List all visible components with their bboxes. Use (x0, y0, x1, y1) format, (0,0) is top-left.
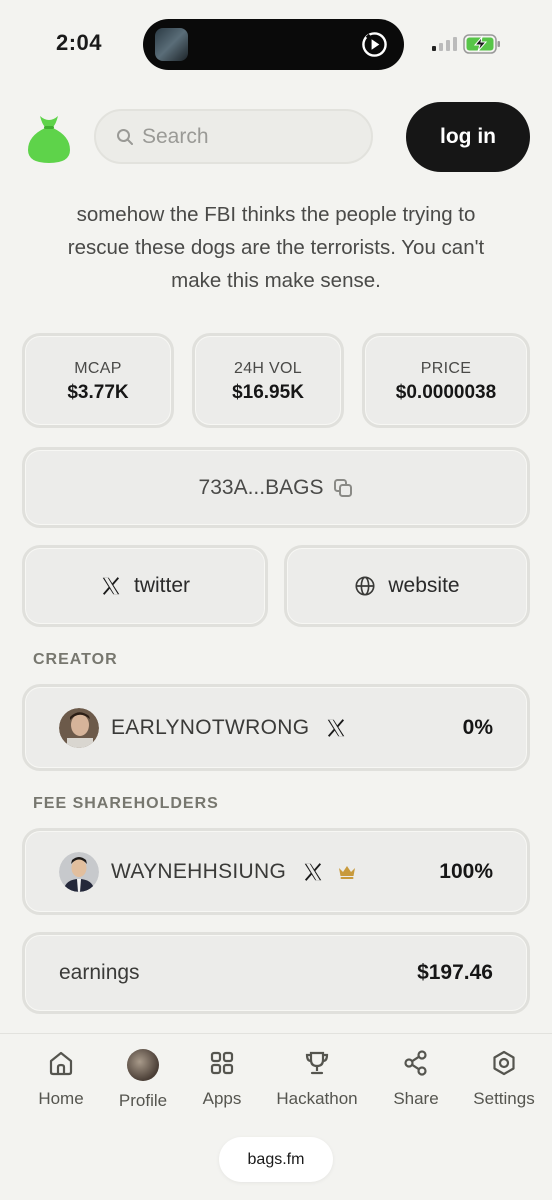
dynamic-island[interactable] (143, 19, 404, 70)
home-icon (49, 1051, 73, 1076)
nav-apps[interactable]: Apps (199, 1049, 245, 1109)
avatar (127, 1049, 159, 1081)
nav-profile[interactable]: Profile (115, 1049, 171, 1111)
settings-icon (493, 1050, 515, 1076)
app-header: Search log in (0, 88, 552, 190)
stat-label: MCAP (74, 360, 122, 377)
mcap-card: MCAP $3.77K (22, 333, 174, 428)
bags-logo-icon[interactable] (26, 112, 72, 164)
nav-label: Settings (473, 1089, 535, 1108)
avatar (59, 851, 99, 892)
playback-icon (362, 32, 387, 57)
earnings-value: $197.46 (417, 961, 493, 984)
crown-icon (339, 865, 356, 879)
x-icon (102, 577, 120, 595)
token-description: somehow the FBI thinks the people trying… (30, 198, 522, 297)
battery-charging-icon (463, 34, 500, 54)
search-placeholder: Search (142, 124, 209, 148)
stat-label: PRICE (420, 360, 472, 377)
twitter-button[interactable]: twitter (22, 545, 268, 627)
website-button[interactable]: website (284, 545, 530, 627)
x-icon[interactable] (302, 861, 324, 883)
x-icon[interactable] (325, 717, 347, 739)
stat-label: 24H VOL (234, 360, 302, 377)
avatar (59, 707, 99, 748)
description-line: somehow the FBI thinks the people trying… (76, 203, 476, 226)
nav-label: Hackathon (276, 1089, 358, 1108)
earnings-card: earnings $197.46 (22, 932, 530, 1014)
nav-home[interactable]: Home (37, 1049, 85, 1109)
shareholder-percent: 100% (439, 859, 493, 883)
shareholder-name: WAYNEHHSIUNG (111, 859, 287, 883)
globe-icon (355, 576, 375, 596)
share-icon (404, 1050, 427, 1076)
fee-shareholders-section-label: FEE SHAREHOLDERS (33, 795, 219, 812)
copy-icon (334, 478, 353, 497)
nav-label: Home (38, 1089, 84, 1108)
creator-row[interactable]: EARLYNOTWRONG 0% (22, 684, 530, 771)
creator-section-label: CREATOR (33, 651, 118, 668)
stat-value: $0.0000038 (395, 382, 497, 403)
nav-share[interactable]: Share (390, 1049, 442, 1109)
shareholder-row[interactable]: WAYNEHHSIUNG 100% (22, 828, 530, 915)
price-card: PRICE $0.0000038 (362, 333, 530, 428)
status-bar: 2:04 (0, 0, 552, 88)
description-line: make this make sense. (171, 269, 381, 292)
browser-url-pill[interactable]: bags.fm (219, 1137, 333, 1182)
bottom-nav: Home Profile Apps Hackathon Share Settin… (0, 1033, 552, 1200)
nav-hackathon[interactable]: Hackathon (271, 1049, 363, 1109)
trophy-icon (305, 1051, 329, 1075)
earnings-label: earnings (59, 961, 140, 984)
creator-name: EARLYNOTWRONG (111, 715, 310, 739)
now-playing-thumbnail (155, 28, 188, 61)
nav-label: Apps (202, 1089, 242, 1108)
volume-card: 24H VOL $16.95K (192, 333, 344, 428)
grid-icon (210, 1051, 234, 1075)
search-icon (117, 128, 133, 145)
signal-icon (432, 37, 457, 51)
nav-label: Share (393, 1089, 439, 1108)
stat-value: $3.77K (67, 382, 129, 403)
website-label: website (388, 574, 460, 597)
stat-value: $16.95K (232, 382, 304, 403)
twitter-label: twitter (133, 574, 190, 597)
nav-settings[interactable]: Settings (470, 1049, 538, 1109)
search-input[interactable]: Search (94, 109, 373, 164)
nav-label: Profile (118, 1091, 168, 1110)
description-line: rescue these dogs are the terrorists. Yo… (67, 236, 485, 259)
creator-percent: 0% (462, 715, 493, 739)
copy-address-button[interactable]: 733A...BAGS (22, 447, 530, 528)
status-time: 2:04 (56, 30, 103, 55)
token-address: 733A...BAGS (198, 475, 324, 499)
login-button[interactable]: log in (406, 102, 530, 172)
